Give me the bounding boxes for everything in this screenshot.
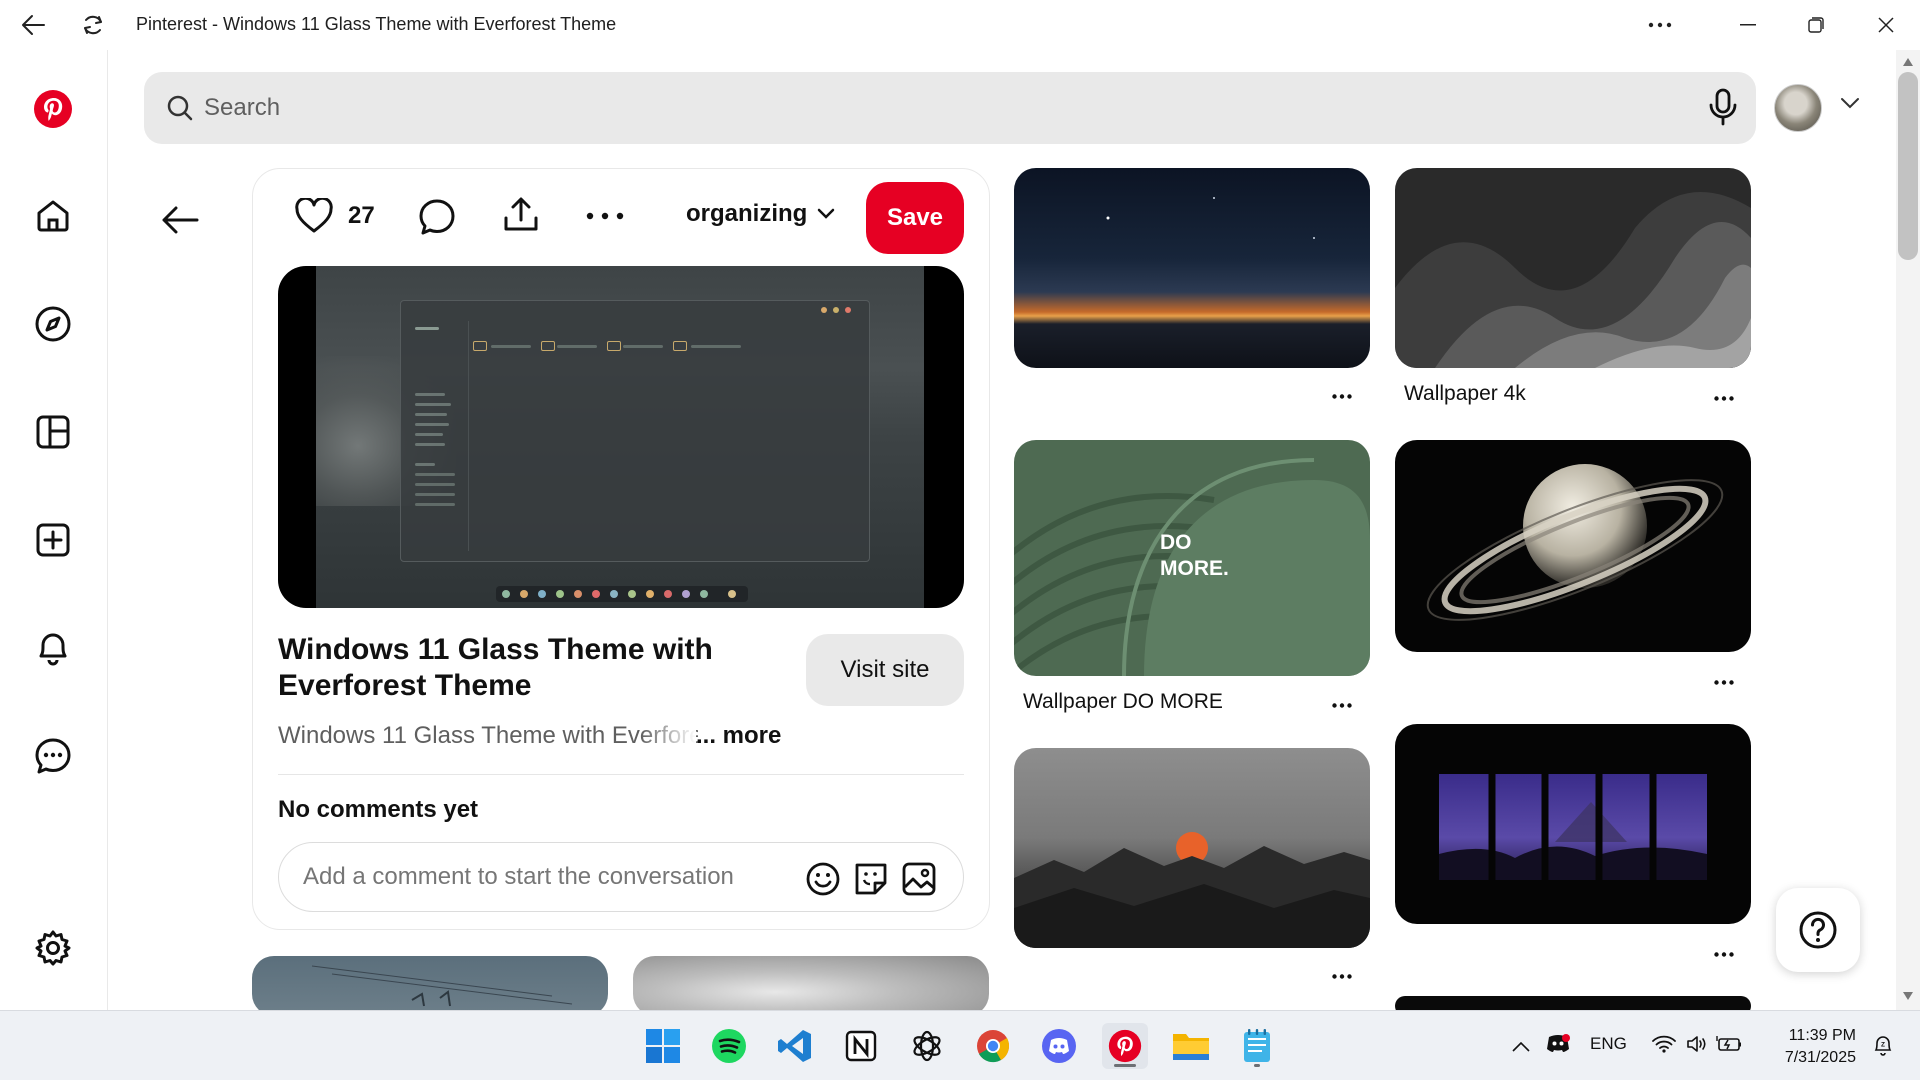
more-options-icon[interactable] — [1322, 693, 1362, 717]
windows-taskbar: ENG 11:39 PM 7/31/2025 Z — [0, 1010, 1920, 1080]
windows-start-icon[interactable] — [640, 1023, 686, 1069]
help-button[interactable] — [1776, 888, 1860, 972]
more-options-icon[interactable] — [1704, 942, 1744, 966]
refresh-icon[interactable] — [78, 10, 108, 40]
discord-tray-icon[interactable] — [1546, 1033, 1570, 1060]
visit-site-button[interactable]: Visit site — [806, 634, 964, 706]
settings-gear-icon[interactable] — [26, 921, 80, 975]
language-indicator[interactable]: ENG — [1590, 1034, 1627, 1054]
notification-bell-icon[interactable]: Z — [1872, 1033, 1894, 1062]
more-options-icon[interactable] — [1322, 964, 1362, 988]
battery-icon[interactable] — [1716, 1035, 1742, 1058]
scrollbar-thumb[interactable] — [1898, 72, 1918, 260]
pin-tile[interactable] — [633, 956, 989, 1016]
left-navigation-rail — [0, 50, 108, 1010]
window-title: Pinterest - Windows 11 Glass Theme with … — [136, 14, 617, 34]
minimize-button[interactable] — [1728, 8, 1768, 42]
heart-icon — [295, 198, 333, 233]
clock-date: 7/31/2025 — [1784, 1049, 1856, 1066]
show-hidden-icons-chevron-up-icon[interactable] — [1512, 1039, 1530, 1057]
explore-compass-icon[interactable] — [26, 297, 80, 351]
comments-heading: No comments yet — [278, 796, 479, 823]
home-icon[interactable] — [26, 189, 80, 243]
chevron-down-icon — [818, 208, 835, 219]
chevron-down-icon[interactable] — [1840, 96, 1860, 114]
more-options-icon[interactable] — [1322, 384, 1362, 408]
question-icon — [1799, 911, 1837, 949]
back-button[interactable] — [156, 196, 204, 244]
sticker-icon[interactable] — [851, 859, 891, 899]
description-more-link[interactable]: ... more — [696, 722, 781, 750]
microphone-icon[interactable] — [1708, 88, 1738, 131]
create-pin-icon[interactable] — [26, 513, 80, 567]
pin-tile-gray-waves[interactable] — [1395, 168, 1751, 368]
more-options-icon[interactable] — [1704, 670, 1744, 694]
tile-label[interactable]: Wallpaper DO MORE — [1023, 690, 1223, 714]
emoji-icon[interactable] — [803, 859, 843, 899]
notion-icon[interactable] — [838, 1023, 884, 1069]
pin-tile-saturn[interactable] — [1395, 440, 1751, 652]
more-options-icon[interactable] — [586, 212, 624, 220]
title-bar: Pinterest - Windows 11 Glass Theme with … — [0, 0, 1920, 50]
clock-time: 11:39 PM — [1788, 1027, 1856, 1044]
pin-title: Windows 11 Glass Theme with Everforest T… — [278, 633, 713, 702]
like-button[interactable] — [294, 198, 334, 234]
board-select-dropdown[interactable]: organizing — [686, 200, 835, 228]
svg-text:Z: Z — [1881, 1042, 1885, 1049]
volume-icon[interactable] — [1686, 1035, 1708, 1058]
pinterest-taskbar-icon[interactable] — [1102, 1023, 1148, 1069]
image-attach-icon[interactable] — [899, 859, 939, 899]
pin-tile[interactable] — [252, 956, 608, 1016]
pinterest-logo-icon[interactable] — [26, 82, 80, 136]
comment-icon[interactable] — [418, 198, 456, 236]
clock[interactable]: 11:39 PM 7/31/2025 — [1774, 1025, 1856, 1069]
file-explorer-icon[interactable] — [1168, 1023, 1214, 1069]
like-count: 27 — [348, 202, 375, 229]
notepad-icon[interactable] — [1234, 1023, 1280, 1069]
divider — [278, 774, 964, 775]
pin-tile-sunset-mountains[interactable] — [1014, 748, 1370, 948]
search-input[interactable] — [204, 86, 1604, 130]
close-button[interactable] — [1866, 8, 1906, 42]
profile-avatar[interactable] — [1774, 84, 1822, 132]
notifications-bell-icon[interactable] — [26, 621, 80, 675]
tile-overlay-text: DO MORE. — [1160, 531, 1229, 580]
pin-tile-green-do-more[interactable]: DO MORE. — [1014, 440, 1370, 676]
chrome-icon[interactable] — [970, 1023, 1016, 1069]
description-fade — [640, 718, 696, 754]
save-button[interactable]: Save — [866, 182, 964, 254]
restore-button[interactable] — [1796, 8, 1836, 42]
share-icon[interactable] — [502, 196, 540, 234]
comment-box — [278, 842, 964, 912]
more-options-icon[interactable] — [1704, 386, 1744, 410]
chatgpt-icon[interactable] — [904, 1023, 950, 1069]
board-name: organizing — [686, 200, 808, 227]
pin-description: Windows 11 Glass Theme with Everforest T… — [278, 722, 698, 749]
boards-icon[interactable] — [26, 405, 80, 459]
discord-icon[interactable] — [1036, 1023, 1082, 1069]
pin-tile-horizon-sunset[interactable] — [1014, 168, 1370, 368]
scroll-down-icon[interactable] — [1903, 992, 1913, 1000]
search-bar — [144, 72, 1756, 144]
scroll-up-icon[interactable] — [1903, 58, 1913, 66]
vscode-icon[interactable] — [772, 1023, 818, 1069]
comment-input[interactable] — [303, 859, 763, 895]
wifi-icon[interactable] — [1652, 1035, 1676, 1058]
more-options-icon[interactable] — [1640, 8, 1680, 42]
spotify-icon[interactable] — [706, 1023, 752, 1069]
search-icon — [166, 94, 194, 127]
messages-icon[interactable] — [26, 729, 80, 783]
pin-tile-purple-window[interactable] — [1395, 724, 1751, 924]
tile-label[interactable]: Wallpaper 4k — [1404, 382, 1526, 406]
back-arrow-icon[interactable] — [18, 10, 48, 40]
pin-image[interactable] — [278, 266, 964, 608]
